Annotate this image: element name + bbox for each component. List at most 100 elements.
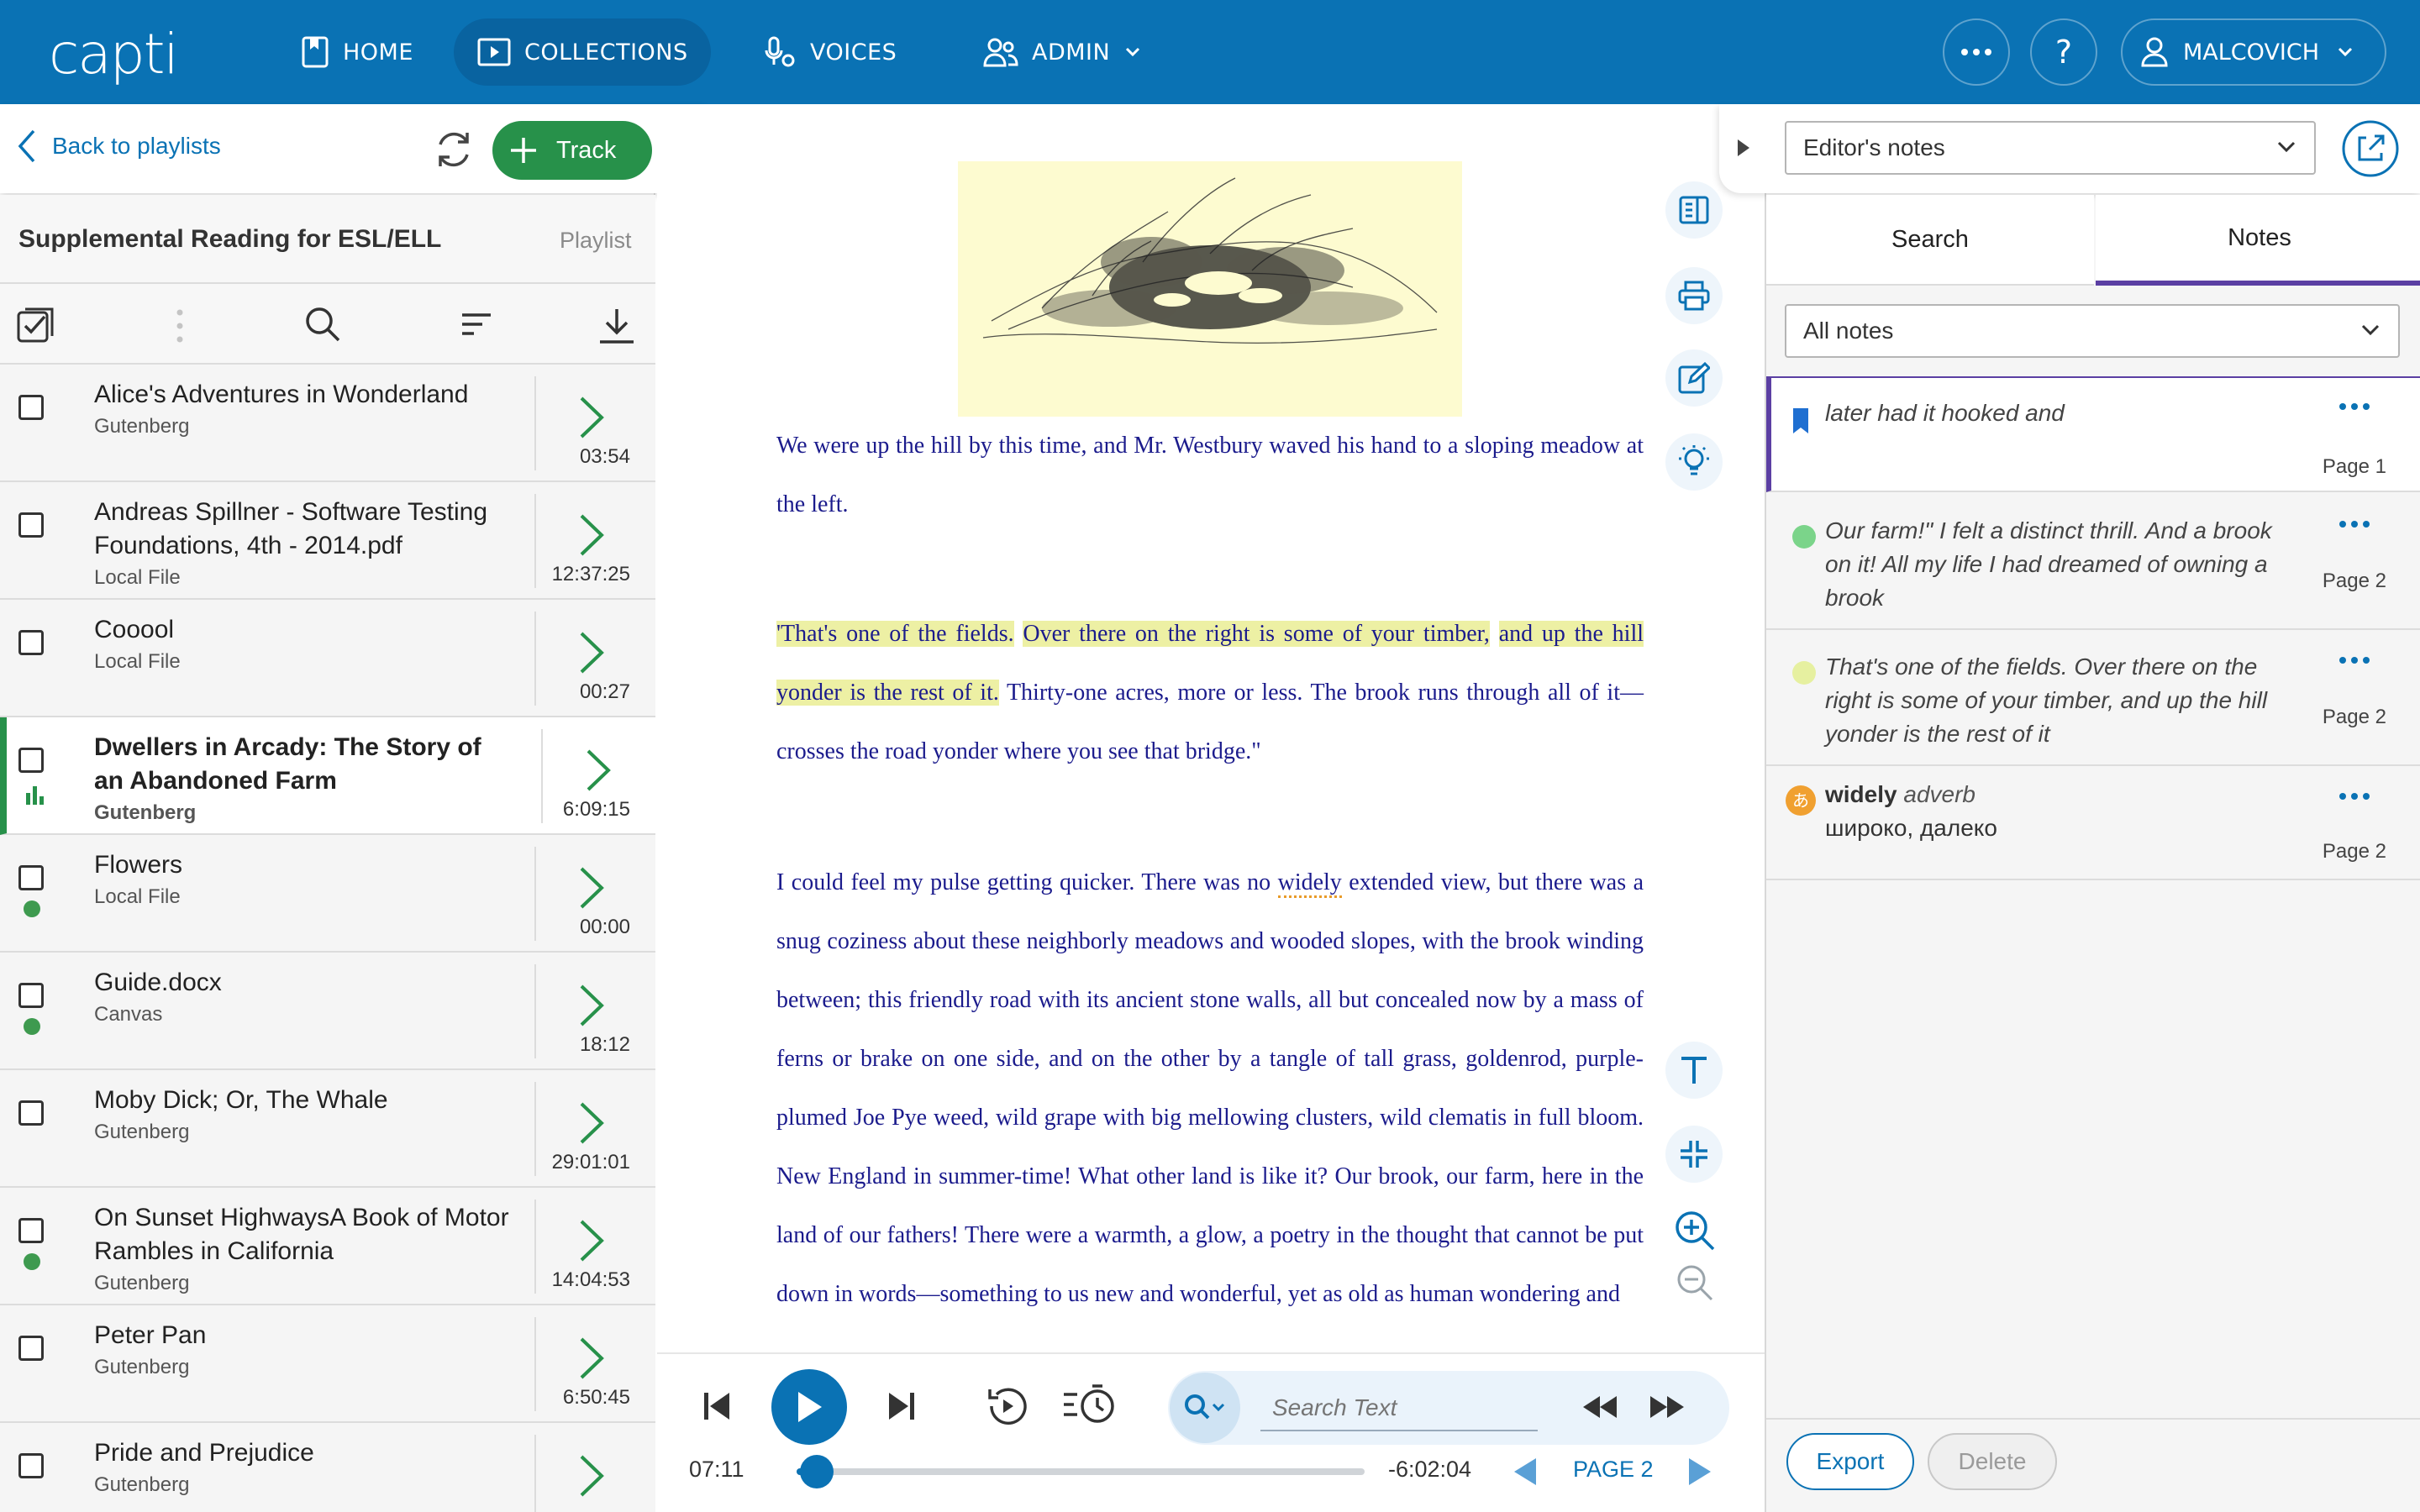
track-row[interactable]: Pride and Prejudice Gutenberg xyxy=(0,1423,655,1512)
note-more-icon[interactable] xyxy=(2339,403,2370,410)
user-menu-button[interactable]: MALCOVICH xyxy=(2121,18,2386,86)
fit-page-button[interactable] xyxy=(1665,1126,1723,1183)
next-result-button[interactable] xyxy=(1649,1394,1686,1420)
notes-footer-divider xyxy=(1766,1418,2420,1420)
tab-notes[interactable]: Notes xyxy=(2096,195,2420,286)
vocabulary-word[interactable]: widely xyxy=(1277,869,1342,898)
sort-icon[interactable] xyxy=(460,312,492,336)
nav-home[interactable]: HOME xyxy=(277,18,437,86)
edit-button[interactable] xyxy=(1665,349,1723,407)
next-page-button[interactable] xyxy=(1687,1457,1712,1487)
track-row[interactable]: Alice's Adventures in Wonderland Gutenber… xyxy=(0,365,655,482)
note-page: Page 2 xyxy=(2322,570,2386,592)
replay-button[interactable] xyxy=(985,1384,1028,1428)
note-item[interactable]: あ widely adverb широко, далеко Page 2 xyxy=(1766,768,2420,880)
nav-voices[interactable]: VOICES xyxy=(739,18,920,86)
zoom-out-button[interactable] xyxy=(1676,1263,1714,1302)
chevron-right-icon[interactable] xyxy=(578,865,605,911)
track-row[interactable]: Moby Dick; Or, The Whale Gutenberg 29:01:0… xyxy=(0,1070,655,1188)
track-title: On Sunset HighwaysA Book of Motor Ramble… xyxy=(94,1204,509,1265)
chevron-right-icon[interactable] xyxy=(578,1218,605,1263)
zoom-in-button[interactable] xyxy=(1674,1210,1716,1252)
table-of-contents-button[interactable] xyxy=(1665,181,1723,239)
note-more-icon[interactable] xyxy=(2339,657,2370,664)
sleep-timer-button[interactable] xyxy=(1062,1383,1118,1426)
note-more-icon[interactable] xyxy=(2339,793,2370,800)
more-options-button[interactable] xyxy=(1943,18,2010,86)
previous-page-button[interactable] xyxy=(1512,1457,1538,1487)
search-mode-dropdown[interactable] xyxy=(1170,1373,1240,1443)
previous-result-button[interactable] xyxy=(1581,1394,1618,1420)
track-checkbox[interactable] xyxy=(18,983,44,1008)
track-row[interactable]: On Sunset HighwaysA Book of Motor Ramble… xyxy=(0,1188,655,1305)
chevron-right-icon[interactable] xyxy=(578,983,605,1028)
track-checkbox[interactable] xyxy=(18,865,44,890)
export-button[interactable]: Export xyxy=(1786,1433,1914,1490)
track-checkbox[interactable] xyxy=(18,1453,44,1478)
row-divider xyxy=(534,847,536,941)
play-button[interactable] xyxy=(771,1369,847,1445)
search-text-input[interactable] xyxy=(1260,1386,1538,1431)
track-duration: 03:54 xyxy=(579,445,630,468)
skip-back-button[interactable] xyxy=(702,1391,731,1421)
track-source: Gutenberg xyxy=(94,801,197,824)
back-to-playlists-link[interactable]: Back to playlists xyxy=(17,128,221,165)
chevron-right-icon[interactable] xyxy=(578,1100,605,1146)
tab-search[interactable]: Search xyxy=(1766,195,2094,286)
note-item[interactable]: Our farm!" I felt a distinct thrill. And… xyxy=(1766,496,2420,630)
track-checkbox[interactable] xyxy=(18,395,44,420)
add-track-label: Track xyxy=(556,136,617,164)
reader-paragraph-2[interactable]: 'That's one of the fields. Over there on… xyxy=(776,605,1644,781)
track-row[interactable]: Peter Pan Gutenberg 6:50:45 xyxy=(0,1305,655,1423)
print-button[interactable] xyxy=(1665,267,1723,324)
vocab-translation: широко, далеко xyxy=(1825,815,1997,841)
progress-track[interactable] xyxy=(797,1468,1365,1475)
progress-handle[interactable] xyxy=(800,1455,834,1488)
track-row[interactable]: Dwellers in Arcady: The Story of an Aban… xyxy=(0,717,655,835)
add-track-button[interactable]: Track xyxy=(492,121,652,180)
highlighted-sentence-1[interactable]: 'That's one of the fields. xyxy=(776,621,1014,647)
reader-paragraph-1[interactable]: We were up the hill by this time, and Mr… xyxy=(776,417,1644,534)
notes-filter-select[interactable]: All notes xyxy=(1785,304,2400,358)
track-duration: 00:00 xyxy=(579,916,630,938)
track-checkbox[interactable] xyxy=(18,630,44,655)
chevron-right-icon[interactable] xyxy=(578,395,605,440)
track-checkbox[interactable] xyxy=(18,748,44,773)
nav-admin[interactable]: ADMIN xyxy=(960,18,1177,86)
chevron-right-icon[interactable] xyxy=(585,748,612,793)
track-checkbox[interactable] xyxy=(18,1100,44,1126)
note-item[interactable]: That's one of the fields. Over there on … xyxy=(1766,632,2420,766)
chevron-right-icon[interactable] xyxy=(578,1336,605,1381)
note-item[interactable]: later had it hooked and Page 1 xyxy=(1766,376,2420,492)
hint-button[interactable] xyxy=(1665,433,1723,491)
notes-source-select[interactable]: Editor's notes xyxy=(1785,121,2316,175)
chevron-right-icon[interactable] xyxy=(578,630,605,675)
reader-paragraph-3[interactable]: I could feel my pulse getting quicker. T… xyxy=(776,853,1644,1352)
track-checkbox[interactable] xyxy=(18,512,44,538)
download-icon[interactable] xyxy=(598,307,635,344)
track-row[interactable]: Flowers Local File 00:00 xyxy=(0,835,655,953)
capti-logo[interactable]: capti xyxy=(49,22,179,87)
refresh-button[interactable] xyxy=(429,124,479,175)
collapse-right-panel-button[interactable] xyxy=(1736,138,1751,158)
text-settings-button[interactable] xyxy=(1665,1042,1723,1099)
note-more-icon[interactable] xyxy=(2339,521,2370,528)
nav-collections[interactable]: COLLECTIONS xyxy=(454,18,711,86)
search-icon[interactable] xyxy=(304,306,341,343)
track-row[interactable]: Cooool Local File 00:27 xyxy=(0,600,655,717)
help-button[interactable]: ? xyxy=(2030,18,2097,86)
track-row[interactable]: Andreas Spillner - Software Testing Foun… xyxy=(0,482,655,600)
highlighted-sentence-2[interactable]: Over there on the right is some of your … xyxy=(1023,621,1490,647)
search-icon xyxy=(1183,1393,1227,1423)
chevron-right-icon[interactable] xyxy=(578,1453,605,1499)
track-source: Local File xyxy=(94,566,181,589)
track-checkbox[interactable] xyxy=(18,1336,44,1361)
skip-forward-button[interactable] xyxy=(887,1391,916,1421)
track-checkbox[interactable] xyxy=(18,1218,44,1243)
select-all-checkbox-icon[interactable] xyxy=(17,307,55,343)
open-external-button[interactable] xyxy=(2341,119,2400,178)
track-row[interactable]: Guide.docx Canvas 18:12 xyxy=(0,953,655,1070)
page-indicator: PAGE 2 xyxy=(1573,1457,1654,1482)
delete-button[interactable]: Delete xyxy=(1928,1433,2057,1490)
chevron-right-icon[interactable] xyxy=(578,512,605,558)
